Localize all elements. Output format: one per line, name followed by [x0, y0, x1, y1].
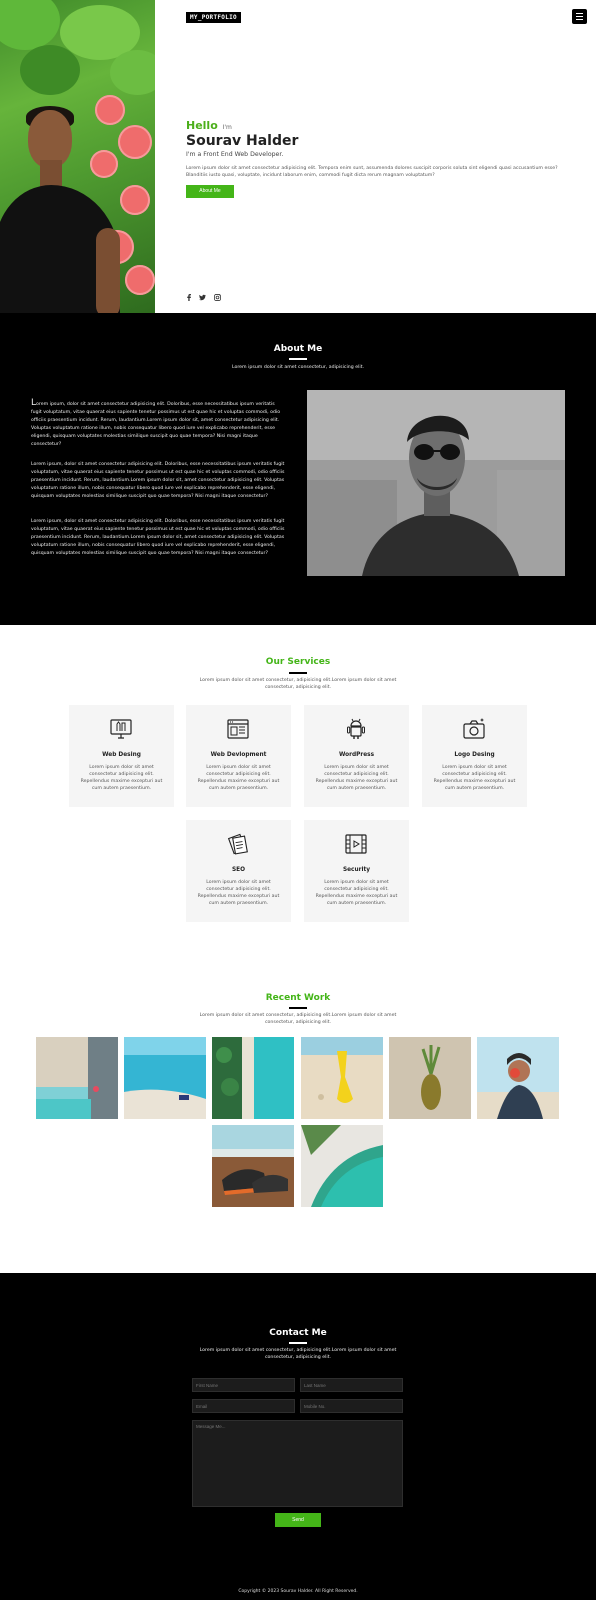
work-image[interactable]	[124, 1037, 206, 1119]
work-image[interactable]	[301, 1037, 383, 1119]
documents-icon	[227, 833, 248, 855]
browser-window-icon	[227, 719, 249, 739]
last-name-input[interactable]	[300, 1378, 403, 1392]
service-card-seo[interactable]: SEO Lorem ipsum dolor sit amet consectet…	[186, 820, 291, 922]
service-desc: Lorem ipsum dolor sit amet consectetur a…	[433, 765, 516, 791]
contact-underline	[289, 1342, 307, 1344]
about-underline	[289, 358, 307, 360]
work-image[interactable]	[212, 1037, 294, 1119]
about-paragraph-1: Lorem ipsum, dolor sit amet consectetur …	[31, 399, 286, 449]
about-section: About Me Lorem ipsum dolor sit amet cons…	[0, 313, 596, 625]
service-title: WordPress	[338, 752, 375, 758]
services-underline	[289, 672, 307, 674]
contact-section: Contact Me Lorem ipsum dolor sit amet co…	[0, 1273, 596, 1583]
video-film-icon	[345, 834, 367, 854]
monitor-design-icon	[110, 719, 132, 739]
contact-subtitle: Lorem ipsum dolor sit amet consectetur, …	[199, 1348, 397, 1360]
site-logo[interactable]: MY_PORTFOLIO	[186, 12, 241, 23]
instagram-icon[interactable]	[214, 294, 221, 301]
service-title: Web Devlopment	[210, 752, 267, 758]
message-textarea[interactable]	[192, 1420, 403, 1507]
hamburger-menu-button[interactable]	[572, 9, 587, 24]
service-desc: Lorem ipsum dolor sit amet consectetur a…	[80, 765, 163, 791]
hero-role: I'm a Front End Web Developer.	[186, 151, 284, 158]
footer: Copyright © 2023 Sourav Halder. All Righ…	[0, 1583, 596, 1600]
about-me-button[interactable]: About Me	[186, 185, 234, 198]
service-card-security[interactable]: Security Lorem ipsum dolor sit amet cons…	[304, 820, 409, 922]
hero-intro: Lorem ipsum dolor sit amet consectetur a…	[186, 166, 558, 178]
send-button[interactable]: Send	[275, 1513, 321, 1527]
service-card-logo-design[interactable]: Logo Desing Lorem ipsum dolor sit amet c…	[422, 705, 527, 807]
service-title: Security	[342, 867, 371, 873]
service-desc: Lorem ipsum dolor sit amet consectetur a…	[315, 765, 398, 791]
first-name-input[interactable]	[192, 1378, 295, 1392]
email-input[interactable]	[192, 1399, 295, 1413]
contact-title: Contact Me	[269, 1328, 327, 1338]
service-title: Web Desing	[102, 752, 141, 758]
work-image[interactable]	[389, 1037, 471, 1119]
work-image[interactable]	[36, 1037, 118, 1119]
service-title: Logo Desing	[454, 752, 495, 758]
work-title: Recent Work	[265, 993, 331, 1003]
service-desc: Lorem ipsum dolor sit amet consectetur a…	[315, 880, 398, 906]
work-image[interactable]	[212, 1125, 294, 1207]
mobile-input[interactable]	[300, 1399, 403, 1413]
hero-name: Sourav Halder	[186, 133, 299, 149]
service-card-web-design[interactable]: Web Desing Lorem ipsum dolor sit amet co…	[69, 705, 174, 807]
about-paragraph-2: Lorem ipsum, dolor sit amet consectetur …	[31, 462, 285, 499]
service-desc: Lorem ipsum dolor sit amet consectetur a…	[197, 765, 280, 791]
about-title: About Me	[273, 344, 323, 354]
facebook-icon[interactable]	[186, 294, 192, 301]
android-robot-icon	[347, 718, 365, 739]
services-title: Our Services	[265, 657, 331, 667]
about-photo	[307, 390, 565, 576]
service-card-web-development[interactable]: Web Devlopment Lorem ipsum dolor sit ame…	[186, 705, 291, 807]
twitter-icon[interactable]	[199, 294, 206, 301]
hello-text: Hello	[186, 119, 218, 132]
about-paragraph-3: Lorem ipsum, dolor sit amet consectetur …	[31, 519, 285, 556]
copyright-text: Copyright © 2023 Sourav Halder. All Righ…	[238, 1589, 358, 1594]
hero-section: MY_PORTFOLIO Hello I'm Sourav Halder I'm…	[0, 0, 596, 313]
im-text: I'm	[222, 124, 232, 131]
camera-icon	[463, 718, 485, 739]
about-subtitle: Lorem ipsum dolor sit amet consectetur, …	[231, 365, 365, 370]
work-image[interactable]	[301, 1125, 383, 1207]
work-image[interactable]	[477, 1037, 559, 1119]
service-card-wordpress[interactable]: WordPress Lorem ipsum dolor sit amet con…	[304, 705, 409, 807]
service-desc: Lorem ipsum dolor sit amet consectetur a…	[197, 880, 280, 906]
hero-photo	[0, 0, 155, 313]
service-title: SEO	[231, 867, 246, 873]
work-underline	[289, 1007, 307, 1009]
services-section: Our Services Lorem ipsum dolor sit amet …	[0, 625, 596, 955]
hero-greeting: Hello I'm	[186, 119, 232, 132]
work-subtitle: Lorem ipsum dolor sit amet consectetur, …	[199, 1013, 397, 1025]
services-subtitle: Lorem ipsum dolor sit amet consectetur, …	[199, 678, 397, 690]
about-paragraph-1-rest: orem ipsum, dolor sit amet consectetur a…	[31, 402, 281, 447]
recent-work-section: Recent Work Lorem ipsum dolor sit amet c…	[0, 955, 596, 1273]
